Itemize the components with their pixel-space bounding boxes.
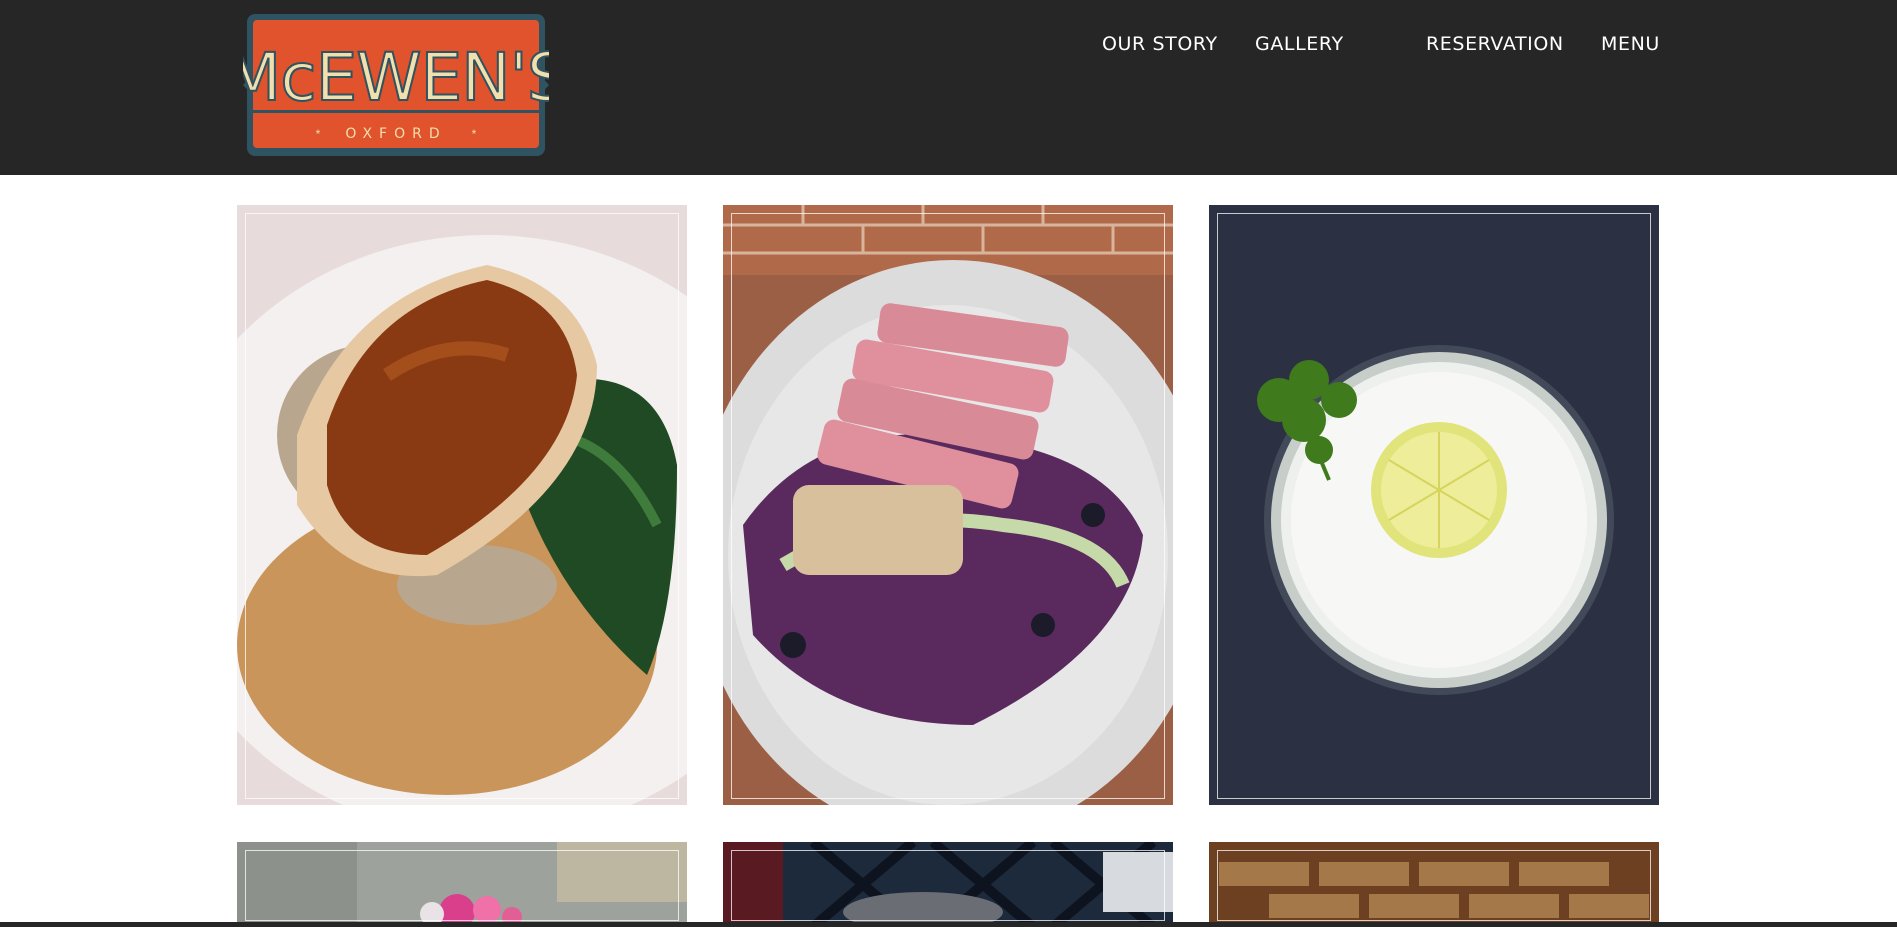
nav-our-story[interactable]: OUR STORY <box>1102 33 1218 55</box>
gallery-photo-flowers[interactable] <box>237 842 687 927</box>
gallery-photo-tuna[interactable] <box>723 205 1173 805</box>
tuna-photo <box>723 205 1173 805</box>
nav-reservation[interactable]: RESERVATION <box>1426 33 1564 55</box>
nav-menu[interactable]: MENU <box>1601 33 1660 55</box>
svg-text:OXFORD: OXFORD <box>345 126 446 142</box>
nav-gallery[interactable]: GALLERY <box>1255 33 1344 55</box>
cocktail-photo <box>1209 205 1659 805</box>
page-bottom-edge <box>0 922 1897 927</box>
flowers-photo <box>237 842 687 927</box>
svg-text:*: * <box>316 127 321 141</box>
gallery-photo-cocktail[interactable] <box>1209 205 1659 805</box>
fish-photo <box>237 205 687 805</box>
gallery-photo-brick[interactable] <box>1209 842 1659 927</box>
main-nav: OUR STORY GALLERY RESERVATION MENU <box>0 33 1897 59</box>
brick-photo <box>1209 842 1659 927</box>
svg-text:*: * <box>472 127 477 141</box>
photo-gallery <box>0 175 1897 927</box>
site-header: McEWEN'S OXFORD * * OUR STORY GALLERY RE… <box>0 0 1897 175</box>
gallery-photo-dining[interactable] <box>723 842 1173 927</box>
gallery-photo-fish[interactable] <box>237 205 687 805</box>
dining-photo <box>723 842 1173 927</box>
